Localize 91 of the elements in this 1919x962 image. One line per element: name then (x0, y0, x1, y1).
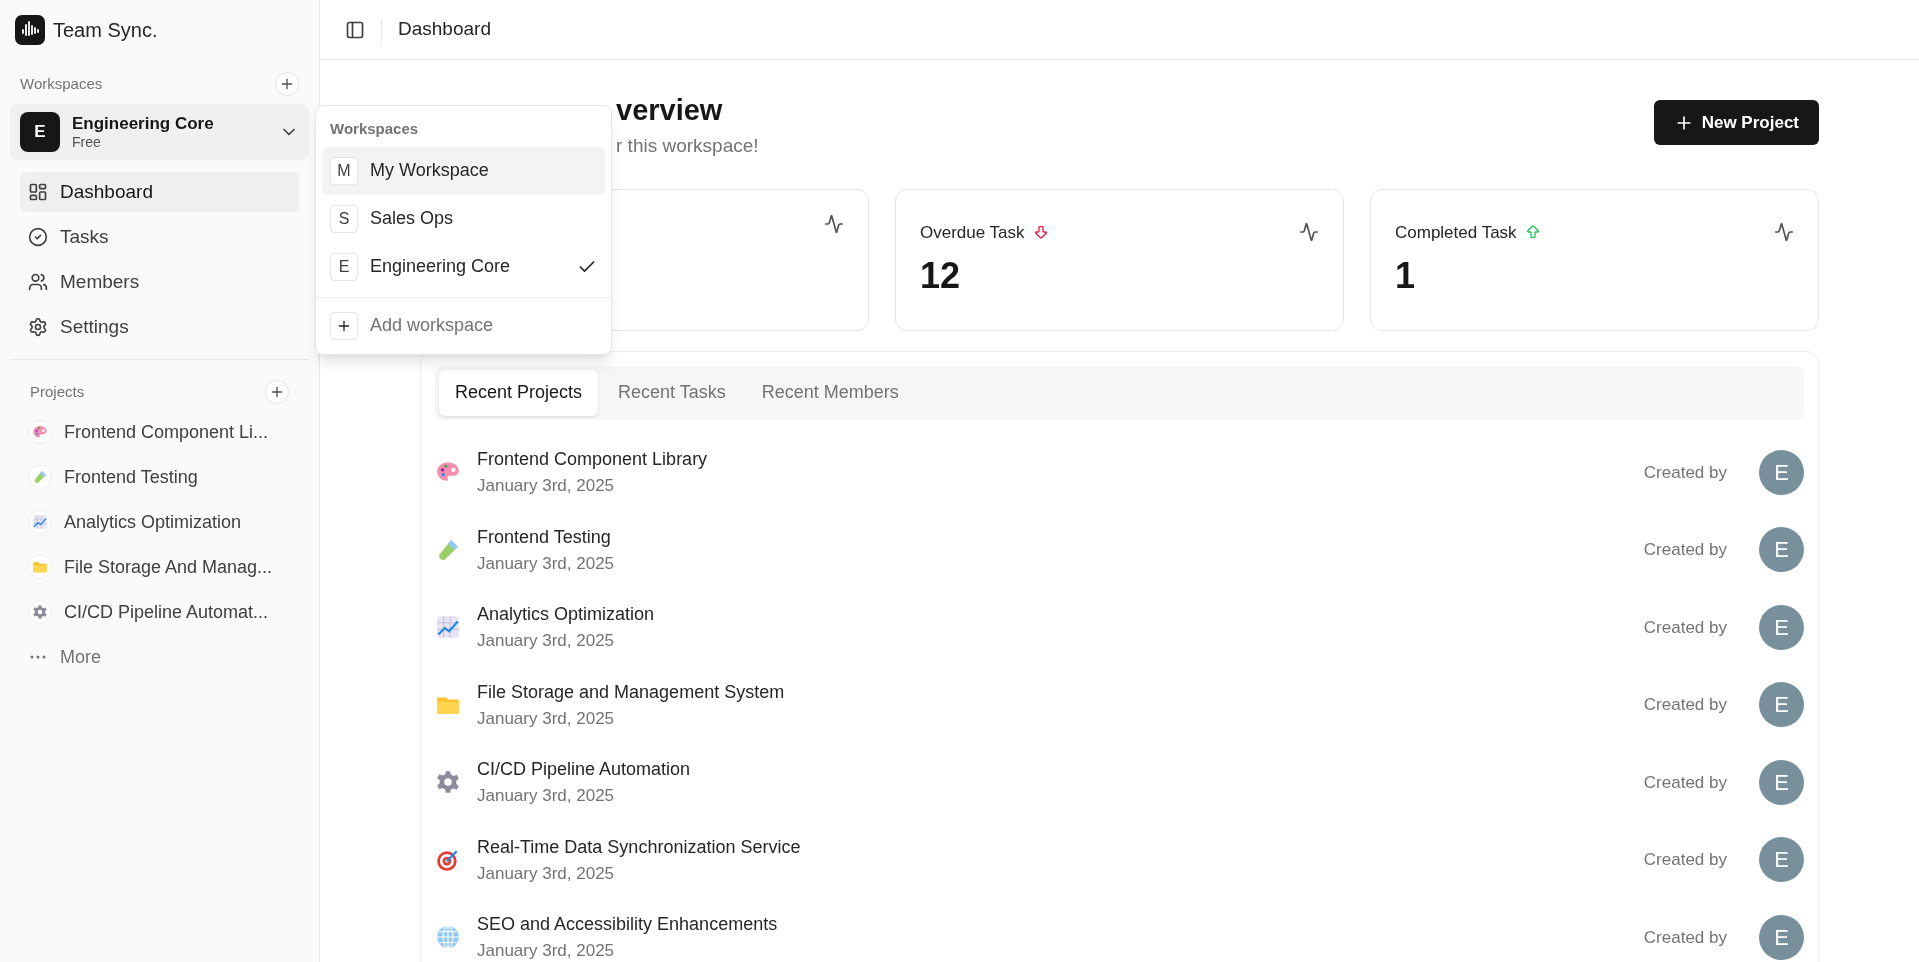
user-avatar: E (1759, 604, 1804, 650)
project-name: Frontend Testing (477, 525, 612, 549)
workspace-switcher[interactable]: E Engineering Core Free (10, 104, 309, 160)
tab[interactable]: Recent Projects (439, 369, 599, 416)
dashboard-icon (28, 182, 48, 202)
chart-icon (32, 514, 48, 530)
folder-icon (32, 559, 48, 575)
palette-icon (32, 424, 48, 440)
project-date: January 3rd, 2025 (477, 940, 616, 962)
created-by-label: Created by (1643, 539, 1727, 561)
app-name: Team Sync. (53, 18, 158, 43)
plus-icon (269, 384, 285, 400)
user-avatar: E (1759, 527, 1804, 573)
project-link[interactable]: CI/CD Pipeline Automat... (28, 592, 291, 632)
user-avatar: E (1759, 837, 1804, 883)
add-workspace-option[interactable]: Add workspace (322, 303, 605, 348)
chart-icon (435, 614, 461, 641)
workspace-avatar: E (20, 112, 60, 152)
workspace-name: Engineering Core (72, 114, 215, 134)
page-title: Dashboard (398, 17, 491, 42)
more-link[interactable]: More (28, 637, 291, 677)
nav-item[interactable]: Settings (20, 307, 299, 347)
activity-icon (1774, 222, 1794, 243)
nav-item[interactable]: Tasks (20, 217, 299, 257)
tab[interactable]: Recent Members (745, 369, 915, 416)
section-label: Workspaces (20, 73, 103, 94)
project-name: File Storage and Management System (477, 680, 786, 704)
created-by-label: Created by (1643, 461, 1727, 484)
created-by-label: Created by (1643, 771, 1727, 794)
nav-item[interactable]: Members (20, 262, 299, 302)
project-date: January 3rd, 2025 (477, 552, 616, 575)
created-by-label: Created by (1643, 616, 1727, 639)
overview-subtitle: r this workspace! (616, 134, 759, 158)
workspace-option-name: Sales Ops (370, 207, 455, 230)
project-link[interactable]: File Storage And Manag... (28, 547, 291, 587)
workspace-initial: S (330, 204, 358, 233)
arrow-down-icon (1032, 224, 1049, 241)
user-avatar: E (1759, 759, 1804, 805)
project-name: SEO and Accessibility Enhancements (477, 913, 779, 936)
stat-title: Completed Task (1395, 221, 1517, 244)
created-by-label: Created by (1643, 926, 1727, 949)
workspace-option[interactable]: S Sales Ops (322, 194, 605, 243)
workspace-option-name: My Workspace (370, 159, 490, 182)
user-avatar: E (1759, 914, 1804, 960)
project-date: January 3rd, 2025 (477, 630, 616, 652)
project-link[interactable]: Analytics Optimization (28, 502, 291, 542)
plus-icon (279, 76, 295, 92)
users-icon (28, 272, 48, 292)
add-project-button[interactable] (265, 380, 289, 404)
settings-icon (28, 317, 48, 337)
arrow-up-icon (1524, 224, 1541, 241)
workspace-initial: E (330, 252, 358, 281)
project-date: January 3rd, 2025 (477, 785, 616, 807)
ellipsis-icon (30, 655, 46, 659)
check-circle-icon (28, 227, 48, 247)
new-project-button[interactable]: New Project (1653, 100, 1819, 145)
workspace-option[interactable]: E Engineering Core (322, 242, 605, 291)
created-by-label: Created by (1643, 694, 1727, 716)
created-by-label: Created by (1643, 849, 1727, 871)
project-link[interactable]: Frontend Testing (28, 457, 291, 497)
gear-icon (435, 769, 461, 796)
logo-icon (15, 15, 45, 45)
gear-icon (32, 604, 48, 620)
project-name: CI/CD Pipeline Automation (477, 758, 692, 781)
stat-value: 1 (1395, 254, 1417, 298)
stat-title: Overdue Task (920, 221, 1025, 244)
stat-value: 12 (920, 254, 962, 298)
user-avatar: E (1759, 449, 1804, 495)
workspace-option[interactable]: M My Workspace (322, 146, 605, 195)
project-date: January 3rd, 2025 (477, 475, 616, 497)
project-name: Frontend Component Library (477, 448, 709, 471)
nav-item[interactable]: Dashboard (20, 172, 299, 212)
user-avatar: E (1759, 682, 1804, 728)
activity-icon (1299, 222, 1319, 243)
project-date: January 3rd, 2025 (477, 707, 616, 730)
workspace-option-name: Engineering Core (370, 255, 512, 278)
workspace-initial: M (330, 156, 358, 185)
sidebar-toggle-icon[interactable] (345, 19, 365, 40)
tab[interactable]: Recent Tasks (602, 369, 742, 416)
project-link[interactable]: Frontend Component Li... (28, 412, 291, 452)
project-date: January 3rd, 2025 (477, 862, 616, 885)
test-tube-icon (32, 469, 48, 485)
workspace-plan: Free (72, 134, 102, 150)
section-label: Projects (30, 381, 85, 402)
add-workspace-button[interactable] (275, 72, 299, 96)
menu-label: Workspaces (329, 119, 420, 139)
overview-title: verview (616, 93, 723, 128)
activity-icon (824, 213, 844, 234)
globe-icon (435, 924, 461, 951)
project-name: Analytics Optimization (477, 603, 656, 626)
project-name: Real-Time Data Synchronization Service (477, 835, 802, 859)
